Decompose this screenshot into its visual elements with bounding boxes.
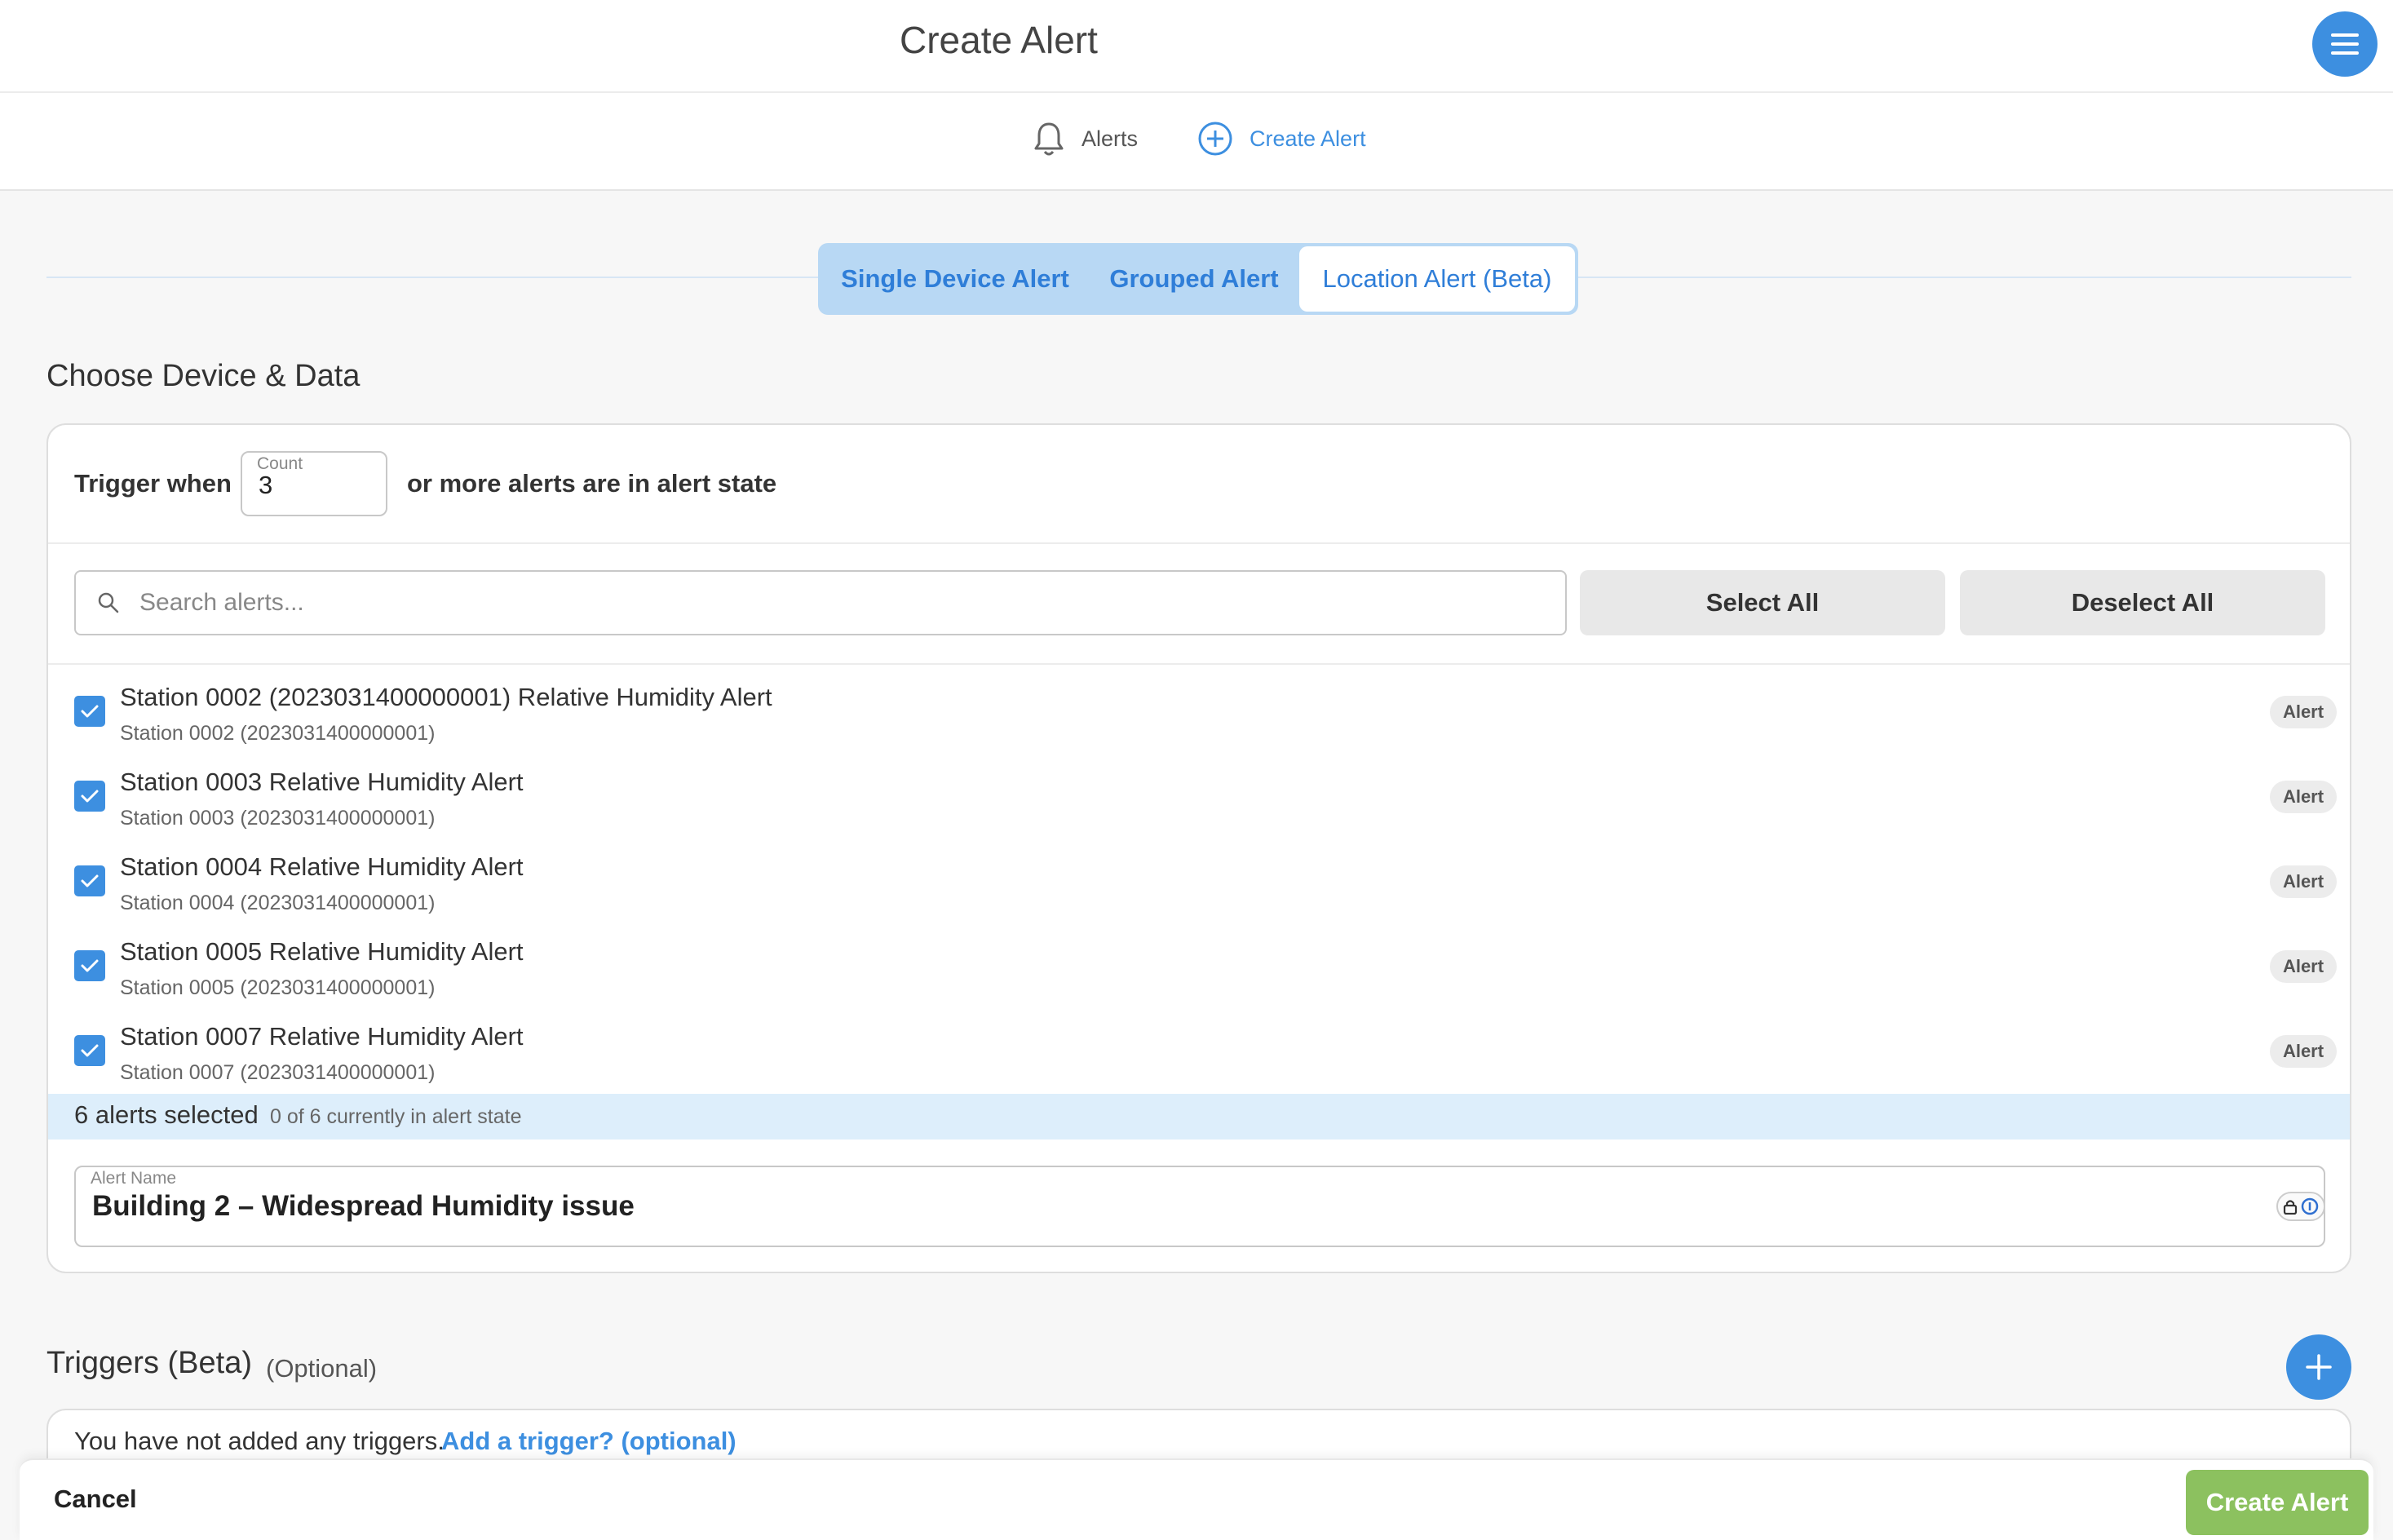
info-icon [2301,1197,2319,1215]
add-trigger-link[interactable]: Add a trigger? (optional) [441,1427,736,1456]
cancel-button[interactable]: Cancel [54,1485,137,1514]
alert-title: Station 0007 Relative Humidity Alert [120,1022,524,1051]
count-field-value[interactable]: 3 [259,471,272,500]
list-item[interactable]: Station 0004 Relative Humidity Alert Sta… [48,834,2350,919]
nav-create-label: Create Alert [1250,126,1366,151]
tab-grouped-alert[interactable]: Grouped Alert [1089,246,1299,312]
status-badge: Alert [2270,781,2337,813]
status-badge: Alert [2270,950,2337,983]
alert-name-value[interactable]: Building 2 – Widespread Humidity issue [92,1190,635,1223]
alert-checkbox[interactable] [74,781,105,812]
alert-subtitle: Station 0004 (2023031400000001) [120,892,436,914]
device-card: Trigger when Count 3 or more alerts are … [46,423,2351,1273]
triggers-empty-text: You have not added any triggers. [74,1427,445,1455]
checkmark-icon [81,705,99,718]
selected-count: 6 alerts selected [74,1100,259,1129]
checkmark-icon [81,959,99,972]
status-badge: Alert [2270,1035,2337,1068]
lock-icon [2283,1200,2298,1215]
alert-list: Station 0002 (2023031400000001) Relative… [48,665,2350,1089]
alert-name-field[interactable]: Alert Name Building 2 – Widespread Humid… [74,1166,2325,1247]
trigger-prefix: Trigger when [74,469,232,498]
triggers-optional-label: (Optional) [266,1354,378,1383]
search-input[interactable] [139,572,1526,634]
alert-checkbox[interactable] [74,865,105,896]
deselect-all-button[interactable]: Deselect All [1960,570,2325,635]
checkmark-icon [81,1044,99,1057]
nav-alerts-label: Alerts [1081,126,1139,151]
plus-circle-icon [1198,122,1232,156]
list-item[interactable]: Station 0002 (2023031400000001) Relative… [48,665,2350,750]
alert-checkbox[interactable] [74,950,105,981]
alert-title: Station 0004 Relative Humidity Alert [120,852,524,881]
hamburger-icon [2331,33,2359,55]
search-icon [98,592,119,613]
plus-icon [2306,1354,2332,1380]
nav-create-alert-link[interactable]: Create Alert [1197,121,1366,157]
status-badge: Alert [2270,696,2337,728]
alert-title: Station 0005 Relative Humidity Alert [120,937,524,966]
alert-subtitle: Station 0005 (2023031400000001) [120,976,436,999]
add-trigger-button[interactable] [2286,1334,2351,1400]
section-title-device: Choose Device & Data [46,359,360,393]
status-badge: Alert [2270,865,2337,898]
tab-single-device-alert[interactable]: Single Device Alert [821,246,1089,312]
alert-checkbox[interactable] [74,696,105,727]
select-all-button[interactable]: Select All [1580,570,1945,635]
list-item[interactable]: Station 0003 Relative Humidity Alert Sta… [48,750,2350,834]
alert-checkbox[interactable] [74,1035,105,1066]
page-title: Create Alert [900,19,1098,61]
menu-button[interactable] [2312,11,2378,77]
count-field[interactable]: Count 3 [241,451,387,516]
trigger-row: Trigger when Count 3 or more alerts are … [48,425,2350,544]
list-item[interactable]: Station 0005 Relative Humidity Alert Sta… [48,919,2350,1004]
alert-type-tabs: Single Device Alert Grouped Alert Locati… [818,243,1578,315]
tab-location-alert[interactable]: Location Alert (Beta) [1299,246,1575,312]
sub-nav: Alerts Create Alert [0,93,2393,191]
bell-icon [1034,122,1064,156]
alert-subtitle: Station 0007 (2023031400000001) [120,1061,436,1084]
nav-alerts-link[interactable]: Alerts [1033,121,1138,157]
trigger-suffix: or more alerts are in alert state [407,469,777,498]
password-manager-icon[interactable] [2276,1192,2325,1221]
search-box[interactable] [74,570,1567,635]
search-row: Select All Deselect All [48,544,2350,665]
checkmark-icon [81,874,99,887]
selection-summary: 6 alerts selected 0 of 6 currently in al… [48,1094,2350,1140]
footer-bar: Cancel Create Alert [20,1458,2373,1540]
alert-title: Station 0003 Relative Humidity Alert [120,768,524,796]
list-item[interactable]: Station 0007 Relative Humidity Alert Sta… [48,1004,2350,1089]
alert-title: Station 0002 (2023031400000001) Relative… [120,683,772,711]
alert-subtitle: Station 0002 (2023031400000001) [120,722,436,745]
create-alert-button[interactable]: Create Alert [2186,1470,2369,1535]
alert-state-count: 0 of 6 currently in alert state [270,1105,522,1128]
alert-name-label: Alert Name [91,1169,177,1188]
section-title-triggers: Triggers (Beta) [46,1346,252,1380]
alert-subtitle: Station 0003 (2023031400000001) [120,807,436,830]
checkmark-icon [81,790,99,803]
top-bar: Create Alert [0,0,2393,93]
